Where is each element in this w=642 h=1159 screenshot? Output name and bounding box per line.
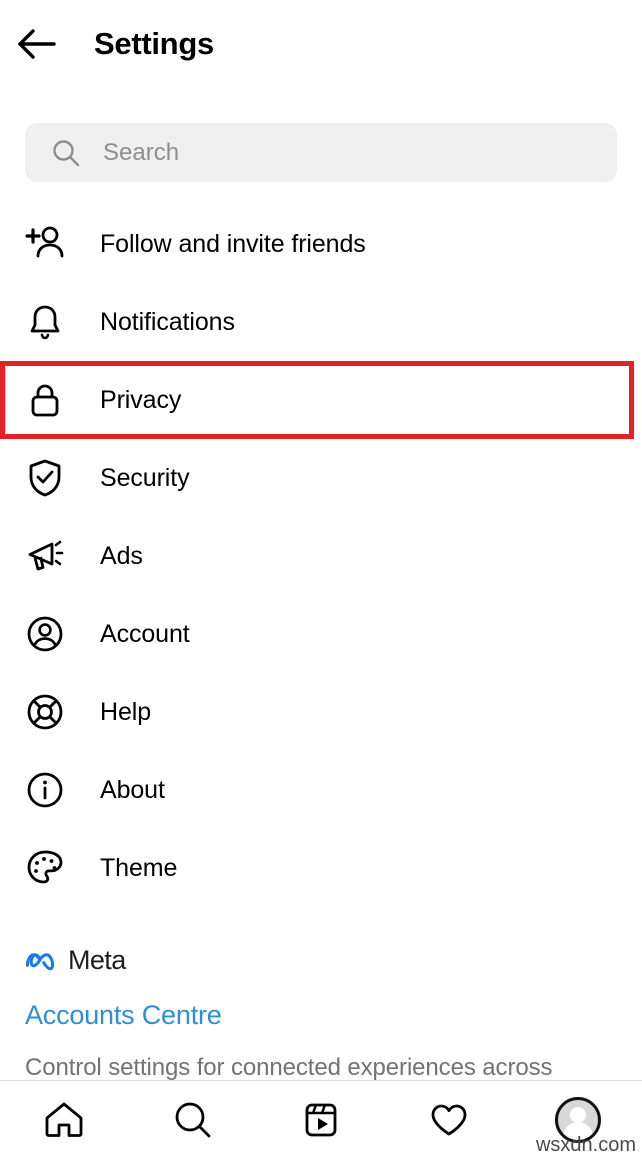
menu-item-label: About: [100, 775, 165, 804]
bell-icon: [22, 299, 68, 345]
lifebuoy-icon: [22, 689, 68, 735]
back-button[interactable]: [8, 15, 66, 73]
settings-screen: Settings Follow and invite friends: [0, 0, 642, 1159]
person-add-icon: [22, 221, 68, 267]
menu-item-label: Account: [100, 619, 190, 648]
search-icon: [51, 138, 81, 168]
app-header: Settings: [0, 0, 642, 88]
home-icon: [45, 1102, 83, 1137]
meta-brand-label: Meta: [68, 944, 126, 975]
menu-item-label: Security: [100, 463, 190, 492]
nav-reels-button[interactable]: [283, 1090, 359, 1150]
nav-search-button[interactable]: [155, 1090, 231, 1150]
menu-item-theme[interactable]: Theme: [0, 829, 642, 907]
megaphone-icon: [22, 533, 68, 579]
menu-item-help[interactable]: Help: [0, 673, 642, 751]
menu-item-label: Help: [100, 697, 152, 726]
menu-item-about[interactable]: About: [0, 751, 642, 829]
nav-activity-button[interactable]: [411, 1090, 487, 1150]
search-input[interactable]: [103, 138, 533, 167]
search-bar[interactable]: [25, 123, 617, 182]
menu-item-label: Ads: [100, 541, 143, 570]
meta-brand: Meta: [25, 940, 617, 980]
menu-item-account[interactable]: Account: [0, 595, 642, 673]
accounts-centre-link[interactable]: Accounts Centre: [25, 1000, 617, 1031]
arrow-left-icon: [18, 29, 56, 59]
page-title: Settings: [94, 26, 214, 61]
menu-item-security[interactable]: Security: [0, 439, 642, 517]
menu-item-ads[interactable]: Ads: [0, 517, 642, 595]
menu-item-notifications[interactable]: Notifications: [0, 283, 642, 361]
menu-item-label: Theme: [100, 853, 178, 882]
meta-section: Meta Accounts Centre Control settings fo…: [25, 940, 617, 1085]
shield-check-icon: [22, 455, 68, 501]
menu-item-label: Privacy: [100, 385, 182, 414]
user-circle-icon: [22, 611, 68, 657]
menu-item-label: Follow and invite friends: [100, 229, 366, 258]
nav-home-button[interactable]: [26, 1090, 102, 1150]
watermark: wsxdn.com: [535, 1134, 636, 1156]
settings-menu: Follow and invite friends Notifications …: [0, 205, 642, 907]
reels-icon: [305, 1103, 337, 1137]
search-icon: [175, 1102, 210, 1138]
heart-icon: [431, 1104, 467, 1136]
info-circle-icon: [22, 767, 68, 813]
menu-item-privacy[interactable]: Privacy: [0, 361, 634, 439]
meta-infinity-icon: [25, 949, 59, 971]
palette-icon: [22, 845, 68, 891]
lock-icon: [22, 377, 68, 423]
menu-item-follow-invite-friends[interactable]: Follow and invite friends: [0, 205, 642, 283]
menu-item-label: Notifications: [100, 307, 235, 336]
